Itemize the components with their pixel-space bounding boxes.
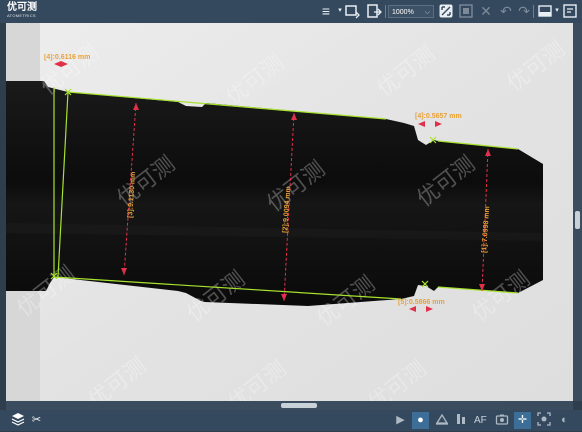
crosshair-icon[interactable]: ✛ — [514, 412, 531, 429]
fit-icon[interactable] — [438, 3, 454, 19]
stage-icon[interactable] — [452, 412, 469, 429]
tools-icon[interactable]: ✂ — [28, 412, 45, 429]
logo-text: 优可测 — [7, 2, 37, 13]
vertical-scrollbar[interactable] — [573, 23, 582, 401]
camera-viewport[interactable]: 优可测 优可测 优可测 优可测 优可测 优可测 优可测 优可测 优可测 优可测 … — [6, 23, 573, 401]
undo-icon[interactable]: ↶ — [498, 3, 514, 19]
top-toolbar: 优可测 ATOMETRICS ≡ ▾ 1000% ⌵ ✕ ↶ ↷ ▾ — [0, 0, 582, 23]
grid-icon[interactable] — [458, 3, 474, 19]
record-icon[interactable]: ● — [412, 412, 429, 429]
measurement-label: [5]:0.5866 mm — [398, 299, 445, 306]
edge-icon[interactable] — [433, 412, 450, 429]
toolbar-separator — [533, 5, 534, 18]
measurement-label: [4]:0.6116 mm — [44, 54, 90, 61]
vertical-scroll-thumb[interactable] — [575, 211, 580, 229]
export-icon[interactable] — [366, 3, 382, 19]
bottom-toolbar: ✂ ▶ ● AF ✛ ◐ — [0, 410, 582, 431]
settings-icon[interactable] — [562, 3, 578, 19]
zoom-value: 1000% — [392, 9, 414, 16]
redo-icon[interactable]: ↷ — [516, 3, 532, 19]
chevron-down-icon: ⌵ — [424, 9, 430, 16]
select-region-icon[interactable] — [344, 3, 360, 19]
horizontal-scrollbar[interactable] — [6, 401, 573, 410]
app-logo: 优可测 ATOMETRICS — [7, 3, 37, 19]
play-icon[interactable]: ▶ — [392, 412, 409, 429]
measurement-image: 优可测 优可测 优可测 优可测 优可测 优可测 优可测 优可测 优可测 优可测 … — [6, 23, 573, 401]
logo-subtext: ATOMETRICS — [7, 13, 36, 18]
delete-icon[interactable]: ✕ — [478, 3, 494, 19]
contrast-icon[interactable]: ◐ — [556, 412, 573, 429]
measurement-label: [4]:0.5657 mm — [415, 113, 462, 120]
layers-icon[interactable] — [9, 412, 26, 429]
camera-icon[interactable] — [493, 412, 510, 429]
toolbar-separator — [385, 5, 386, 18]
zoom-select[interactable]: 1000% ⌵ — [388, 5, 434, 18]
horizontal-scroll-thumb[interactable] — [281, 403, 317, 408]
autofocus-label[interactable]: AF — [474, 412, 487, 429]
capture-icon[interactable] — [535, 412, 552, 429]
